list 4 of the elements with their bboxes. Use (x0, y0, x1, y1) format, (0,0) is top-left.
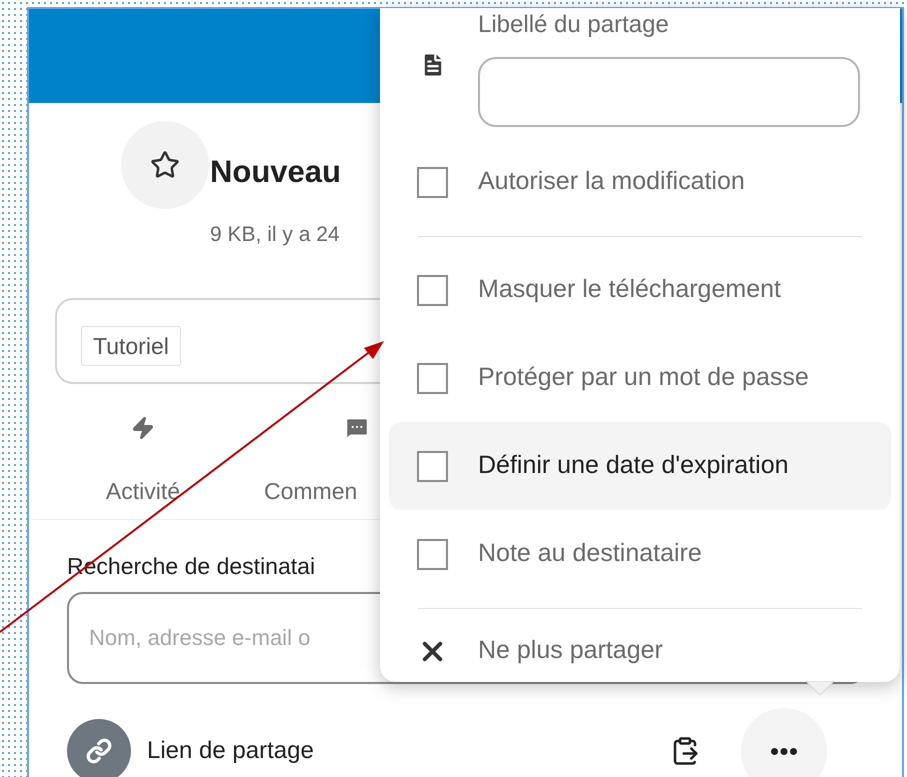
field-label: Libellé du partage (478, 10, 670, 40)
share-link-label: Lien de partage (147, 736, 314, 766)
file-title: Nouveau (210, 153, 341, 191)
file-meta: 9 KB, il y a 24 (210, 222, 341, 248)
